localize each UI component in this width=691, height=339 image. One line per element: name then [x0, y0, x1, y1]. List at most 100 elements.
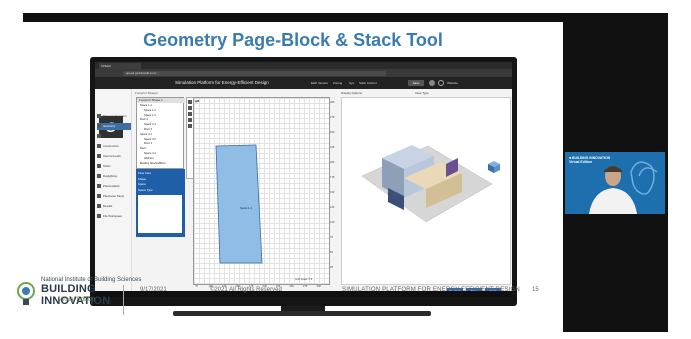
org-name-big: BUILDING INNOVATION	[41, 283, 111, 307]
property-row[interactable]: Space Type	[138, 188, 153, 192]
url-field[interactable]: speed.perkinswill.com/...	[123, 70, 386, 76]
sidebar-item-label: Envelope	[103, 134, 115, 138]
tree-row[interactable]: Space 1-2	[144, 109, 156, 113]
y-tick-label: 250	[330, 131, 335, 134]
edition-label: Virtual Edition	[58, 297, 95, 303]
browser-urlbar: speed.perkinswill.com/...	[95, 69, 512, 77]
nav-icon	[97, 164, 101, 169]
sidebar-item[interactable]: Project Information	[97, 113, 131, 120]
delete-tool-icon[interactable]	[188, 124, 192, 128]
tree-row[interactable]: Building Spaces/Blocs	[140, 162, 166, 166]
y-tick-label: 200	[330, 161, 335, 164]
header-item-ehp[interactable]: EHP Version	[311, 80, 328, 86]
sidebar-item-label: Photovoltaics	[103, 184, 120, 188]
nav-icon	[97, 174, 101, 179]
property-row[interactable]: Shape	[138, 177, 146, 181]
tree-row[interactable]: Wall Ext	[144, 157, 153, 161]
footer-logo: National Institute of Building Sciences …	[16, 277, 156, 317]
x-tick-label: 75	[195, 285, 198, 288]
footer-divider	[123, 285, 124, 315]
property-row[interactable]: Space	[138, 182, 146, 186]
nav-icon	[97, 124, 101, 129]
sidebar-item[interactable]: HVAC	[97, 163, 131, 170]
monitor-bezel: SPEED speed.perkinswill.com/... Simulati…	[90, 57, 517, 306]
x-tick-label: 275	[303, 285, 308, 288]
north-arrow-icon: ⇄	[195, 99, 200, 105]
nav-icon	[97, 114, 101, 119]
sidebar-item[interactable]: Envelope	[97, 133, 131, 140]
footprint-block[interactable]	[215, 144, 263, 264]
3d-view[interactable]	[341, 97, 511, 285]
monitor-screen: SPEED speed.perkinswill.com/... Simulati…	[95, 62, 512, 297]
footer-talk-title: SIMULATION PLATFORM FOR ENERGY-EFFICIENT…	[342, 287, 520, 293]
zoom-tool-icon[interactable]	[188, 118, 192, 122]
y-tick-label: 50	[330, 251, 333, 254]
save-button[interactable]: Save	[408, 80, 424, 86]
view-cube-icon[interactable]	[488, 160, 500, 178]
x-tick-label: 250	[289, 285, 294, 288]
y-tick-label: 25	[330, 266, 333, 269]
select-tool-icon[interactable]	[188, 100, 192, 104]
tree-row[interactable]: Space 1-3	[144, 114, 156, 118]
sidebar-item[interactable]: File Workspace	[97, 213, 131, 220]
nav-icon	[97, 144, 101, 149]
sidebar-item[interactable]: Internal Loads	[97, 153, 131, 160]
properties-panel: Floor Area Shape Space Space Type	[136, 169, 185, 237]
nav-icon	[97, 194, 101, 199]
tree-row[interactable]: Space 2-1	[144, 123, 156, 127]
user-menu[interactable]: Website	[447, 80, 458, 86]
y-tick-label: 150	[330, 191, 335, 194]
sidebar-item[interactable]: Construction	[97, 143, 131, 150]
sidebar-item-label: HVAC	[103, 164, 111, 168]
sidebar-item-label: Construction	[103, 144, 119, 148]
y-tick-label: 125	[330, 206, 335, 209]
home-icon[interactable]	[429, 80, 435, 86]
space-type-table[interactable]	[138, 195, 182, 233]
sidebar-item[interactable]: Parameter Study	[97, 193, 131, 200]
property-row[interactable]: Floor Area	[138, 171, 151, 175]
sidebar-item-label: Geometry	[103, 124, 116, 128]
footer-date: 9/17/2021	[140, 287, 167, 293]
nav-icon	[97, 134, 101, 139]
y-tick-label: 300	[330, 101, 335, 104]
footer-page-number: 15	[532, 287, 539, 293]
sidebar-item-label: Results	[103, 204, 113, 208]
sidebar-item-label: Internal Loads	[103, 154, 121, 158]
block-label: Space 1-1	[240, 207, 252, 210]
header-item-solar[interactable]: Solar Control	[359, 80, 377, 86]
draw-tool-icon[interactable]	[188, 106, 192, 110]
speaker-video[interactable]: ■ BUILDING INNOVATION Virtual Edition	[565, 152, 665, 214]
sidebar-item[interactable]: Daylighting	[97, 173, 131, 180]
power-icon[interactable]	[438, 80, 444, 86]
tree-row[interactable]: Floor 2	[140, 118, 148, 122]
nav-icon	[97, 214, 101, 219]
tree-row[interactable]: Floor 3	[144, 128, 152, 132]
sidebar-item-label: Project Information	[103, 114, 127, 118]
sidebar-item[interactable]: Results	[97, 203, 131, 210]
sidebar-item[interactable]: Photovoltaics	[97, 183, 131, 190]
pan-tool-icon[interactable]	[188, 112, 192, 116]
footprint-canvas	[215, 144, 263, 264]
tree-row[interactable]: Roof	[140, 147, 145, 151]
3d-model	[361, 145, 493, 223]
footprint-tree: Footprint Shape 1 Space 1-1 Space 1-2 Spac…	[136, 97, 185, 169]
display-options[interactable]: Display Options	[341, 91, 362, 95]
tree-row[interactable]: Space 1-1	[140, 104, 152, 108]
app-header: Simulation Platform for Energy-Efficient…	[95, 77, 512, 89]
slide-title: Geometry Page-Block & Stack Tool	[143, 30, 443, 50]
tree-row[interactable]: Space 3-2	[144, 138, 156, 142]
sidebar-item[interactable]: Geometry	[97, 123, 131, 130]
header-item-zoning[interactable]: Zoning	[333, 80, 342, 86]
footprint-grid[interactable]: Space 1-1 ⇄	[193, 97, 330, 285]
tree-header: Footprint Shape 1	[137, 98, 185, 103]
nav-icon	[97, 184, 101, 189]
x-tick-label: 300	[316, 285, 321, 288]
app-title: Simulation Platform for Energy-Efficient…	[175, 80, 269, 85]
nav-icon	[97, 204, 101, 209]
header-item-sys[interactable]: Sys	[349, 80, 354, 86]
view-type-select[interactable]: View Type	[415, 91, 429, 95]
nav-icon	[97, 154, 101, 159]
tree-row[interactable]: Floor 4	[144, 142, 152, 146]
tree-row[interactable]: Space 4-1	[144, 152, 156, 156]
tree-row[interactable]: Space 3-1	[140, 133, 152, 137]
